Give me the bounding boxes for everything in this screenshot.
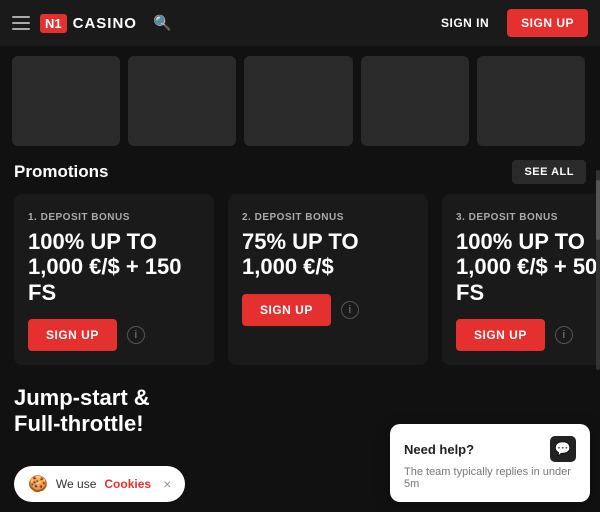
info-icon-1[interactable]: i [127,326,145,344]
promo-card-2: 2. DEPOSIT BONUS 75% UP TO1,000 €/$ SIGN… [228,194,428,365]
cookie-icon: 🍪 [28,474,48,494]
promo-card-bottom-1: SIGN UP i [28,319,200,351]
promo-deposit-label-2: 2. DEPOSIT BONUS [242,212,414,223]
header-actions: SIGN IN SIGN UP [431,9,588,37]
cookie-text: We use [56,477,96,491]
promo-amount-2: 75% UP TO1,000 €/$ [242,229,414,280]
scroll-track[interactable] [596,170,600,370]
promo-card-1: 1. DEPOSIT BONUS 100% UP TO1,000 €/$ + 1… [14,194,214,365]
promo-deposit-label-3: 3. DEPOSIT BONUS [456,212,600,223]
carousel-card-1[interactable] [12,56,120,146]
cookie-bar: 🍪 We use Cookies × [14,466,185,502]
carousel-card-3[interactable] [244,56,352,146]
scroll-thumb[interactable] [596,180,600,240]
logo-n1: N1 [40,14,67,33]
info-icon-3[interactable]: i [555,326,573,344]
signup-promo-button-3[interactable]: SIGN UP [456,319,545,351]
promo-deposit-label-1: 1. DEPOSIT BONUS [28,212,200,223]
cookie-link[interactable]: Cookies [104,477,151,491]
header: N1 CASINO 🔍 SIGN IN SIGN UP [0,0,600,46]
signin-button[interactable]: SIGN IN [431,10,499,36]
signup-header-button[interactable]: SIGN UP [507,9,588,37]
logo: N1 CASINO [40,14,137,33]
carousel-card-5[interactable] [477,56,585,146]
carousel-card-2[interactable] [128,56,236,146]
info-icon-2[interactable]: i [341,301,359,319]
see-all-button[interactable]: SEE ALL [512,160,586,184]
promo-card-3: 3. DEPOSIT BONUS 100% UP TO1,000 €/$ + 5… [442,194,600,365]
promo-amount-3: 100% UP TO1,000 €/$ + 50 FS [456,229,600,305]
promo-cards: 1. DEPOSIT BONUS 100% UP TO1,000 €/$ + 1… [0,194,600,365]
promo-card-bottom-3: SIGN UP i [456,319,600,351]
signup-promo-button-2[interactable]: SIGN UP [242,294,331,326]
carousel-strip [0,46,600,156]
promo-amount-1: 100% UP TO1,000 €/$ + 150 FS [28,229,200,305]
cookie-close-button[interactable]: × [163,476,171,492]
carousel-card-4[interactable] [361,56,469,146]
promo-card-bottom-2: SIGN UP i [242,294,414,326]
signup-promo-button-1[interactable]: SIGN UP [28,319,117,351]
promotions-header: Promotions SEE ALL [0,156,600,194]
chat-widget: Need help? 💬 The team typically replies … [390,424,590,502]
chat-title: Need help? [404,442,474,457]
logo-casino: CASINO [73,15,137,32]
chat-header-row: Need help? 💬 [404,436,576,462]
chat-icon[interactable]: 💬 [550,436,576,462]
menu-icon[interactable] [12,16,30,30]
chat-subtitle: The team typically replies in under 5m [404,466,576,490]
search-icon[interactable]: 🔍 [153,14,172,32]
promotions-title: Promotions [14,162,108,182]
